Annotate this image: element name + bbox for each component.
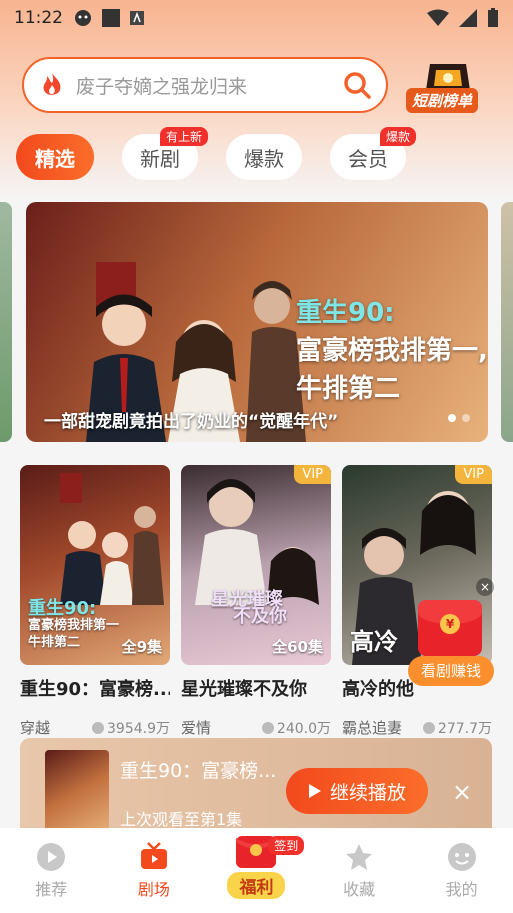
views-value: 277.7万: [437, 720, 492, 737]
check-in-badge: 签到: [268, 836, 305, 855]
nav-profile[interactable]: 我的: [410, 828, 513, 913]
play-count-icon: [422, 721, 435, 734]
continue-title: 重生90：富豪榜...: [120, 760, 277, 782]
drama-card[interactable]: 重生90: 富豪榜我排第一 牛排第二 全9集 重生90：富豪榜... 穿越 39…: [20, 465, 170, 738]
poster-title-line: 富豪榜我排第一: [28, 618, 120, 633]
episode-count: 全60集: [272, 638, 323, 656]
profile-icon: [447, 843, 476, 871]
search-bar[interactable]: 废子夺嫡之强龙归来: [22, 57, 388, 113]
continue-thumbnail: [45, 750, 109, 834]
earn-money-widget[interactable]: × ¥ 看剧赚钱: [408, 578, 496, 688]
banner-subtitle: 一部甜宠剧竟拍出了奶业的“觉醒年代”: [44, 412, 339, 432]
poster-title: 高冷: [350, 628, 398, 656]
nav-label: 推荐: [35, 880, 68, 899]
new-badge: 有上新: [159, 127, 208, 146]
square-icon: [102, 9, 120, 27]
continue-play-label: 继续播放: [329, 781, 406, 804]
nav-theater[interactable]: 剧场: [103, 828, 206, 913]
play-circle-icon: [37, 843, 66, 871]
font-icon: [130, 11, 144, 25]
tab-label: 爆款: [244, 146, 284, 171]
nav-welfare[interactable]: 福利 签到: [205, 828, 308, 913]
nav-favorites[interactable]: 收藏: [308, 828, 411, 913]
vip-badge: VIP: [294, 465, 331, 484]
coin-icon: ¥: [440, 614, 460, 634]
poster-title-line: 不及你: [233, 606, 287, 627]
featured-banner[interactable]: 重生90: 富豪榜我排第一, 牛排第二 一部甜宠剧竟拍出了奶业的“觉醒年代”: [26, 202, 488, 442]
play-icon: [308, 784, 321, 798]
views-value: 3954.9万: [107, 720, 170, 737]
drama-card[interactable]: 星光璀璨 不及你 VIP 全60集 星光璀璨不及你 爱情 240.0万: [181, 465, 331, 738]
android-icon: [75, 10, 91, 26]
banner-dot: [462, 414, 470, 422]
tab-member[interactable]: 会员 爆款: [330, 127, 416, 180]
vip-badge: VIP: [455, 465, 492, 484]
drama-title[interactable]: 星光璀璨不及你: [181, 675, 331, 701]
drama-views: 3954.9万: [92, 718, 170, 738]
nav-label: 我的: [445, 880, 478, 899]
search-placeholder[interactable]: 废子夺嫡之强龙归来: [76, 72, 342, 99]
star-icon: [346, 844, 373, 870]
banner-pagination: [448, 414, 470, 422]
tab-label: 新剧: [140, 146, 180, 171]
close-icon[interactable]: ×: [476, 578, 494, 596]
tab-label: 会员: [348, 146, 388, 171]
close-icon[interactable]: ×: [452, 778, 472, 806]
drama-poster[interactable]: 星光璀璨 不及你 VIP 全60集: [181, 465, 331, 665]
tv-icon: [140, 842, 167, 869]
tab-new-drama[interactable]: 新剧 有上新: [122, 127, 208, 180]
continue-play-button[interactable]: 继续播放: [286, 768, 428, 814]
poster-cast-image: [195, 479, 319, 605]
tab-label: 精选: [35, 146, 75, 171]
banner-prev-peek[interactable]: [0, 202, 12, 442]
signal-icon: [459, 9, 477, 27]
nav-label: 收藏: [343, 880, 376, 899]
banner-next-peek[interactable]: [501, 202, 513, 442]
tab-hot[interactable]: 爆款: [226, 134, 302, 180]
red-envelope-icon: ¥: [418, 600, 482, 656]
tab-featured[interactable]: 精选: [16, 134, 94, 180]
battery-icon: [488, 8, 498, 27]
continue-watching-bar[interactable]: 重生90：富豪榜... 上次观看至第1集 继续播放 ×: [20, 738, 492, 834]
drama-title[interactable]: 重生90：富豪榜...: [20, 675, 170, 701]
banner-title-line3: 牛排第二: [296, 374, 401, 404]
status-bar: 11:22: [0, 0, 513, 36]
poster-title-line: 牛排第二: [28, 635, 81, 650]
banner-title: 重生90: 富豪榜我排第一, 牛排第二: [296, 294, 488, 408]
drama-genre: 霸总追妻: [342, 719, 403, 737]
continue-progress: 上次观看至第1集: [120, 810, 243, 829]
poster-title: 重生90: 富豪榜我排第一 牛排第二: [28, 600, 119, 651]
earn-money-label: 看剧赚钱: [408, 656, 494, 686]
nav-label: 剧场: [137, 880, 170, 899]
poster-title-line: 重生90:: [28, 598, 97, 619]
drama-genre: 穿越: [20, 719, 51, 737]
drama-views: 240.0万: [261, 718, 331, 738]
rank-list-label: 短剧榜单: [406, 88, 479, 113]
banner-dot: [448, 414, 456, 422]
drama-meta: 霸总追妻 277.7万: [342, 717, 492, 738]
drama-poster[interactable]: 重生90: 富豪榜我排第一 牛排第二 全9集: [20, 465, 170, 665]
episode-count: 全9集: [121, 638, 162, 656]
fire-icon: [43, 73, 61, 95]
play-count-icon: [92, 721, 104, 734]
views-value: 240.0万: [276, 720, 331, 737]
nav-label: 福利: [227, 872, 286, 899]
status-time: 11:22: [14, 8, 63, 28]
search-icon[interactable]: [342, 70, 372, 100]
nav-recommend[interactable]: 推荐: [0, 828, 103, 913]
drama-views: 277.7万: [422, 718, 492, 738]
poster-title-line: 高冷: [350, 628, 398, 656]
drama-meta: 爱情 240.0万: [181, 717, 331, 738]
banner-title-line1: 重生90:: [296, 298, 395, 328]
banner-title-line2: 富豪榜我排第一,: [296, 336, 488, 366]
category-tabs: 精选 新剧 有上新 爆款 会员 爆款: [16, 127, 416, 180]
wifi-icon: [427, 9, 449, 26]
drama-meta: 穿越 3954.9万: [20, 717, 170, 738]
bottom-nav: 推荐 剧场 福利 签到 收藏 我的: [0, 828, 513, 913]
rank-list-button[interactable]: 短剧榜单: [404, 60, 490, 116]
play-count-icon: [261, 721, 274, 734]
hot-badge: 爆款: [379, 127, 416, 146]
drama-genre: 爱情: [181, 719, 212, 737]
poster-title: 星光璀璨 不及你: [211, 591, 287, 627]
